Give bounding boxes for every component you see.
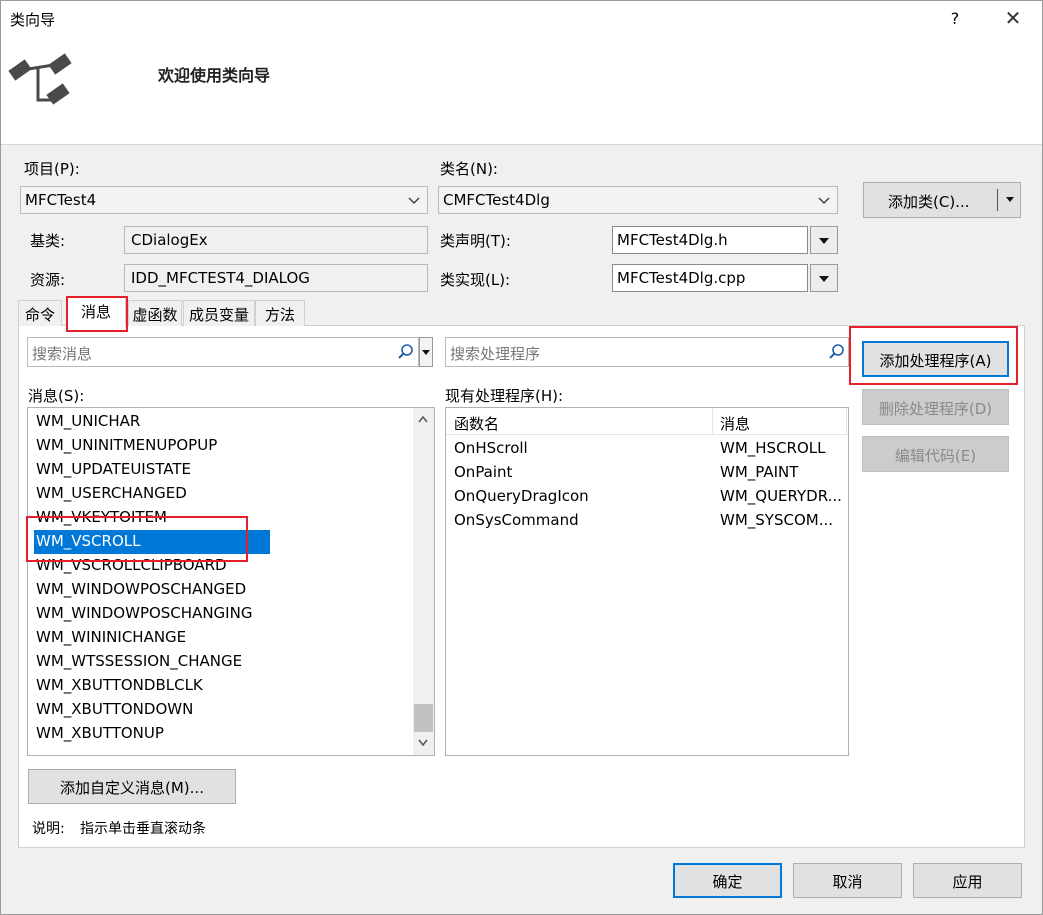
tab-highlight-box [66, 296, 128, 332]
caret-down-icon[interactable] [1006, 197, 1014, 202]
caret-down-icon [819, 238, 829, 244]
split-divider [997, 189, 998, 211]
base-class-label: 基类: [30, 232, 66, 250]
messages-scrollbar[interactable] [413, 408, 434, 755]
class-decl-dropdown-button[interactable] [810, 226, 838, 254]
handlers-list[interactable]: 函数名 消息 OnHScroll WM_HSCROLL OnPaint WM_P… [445, 407, 849, 756]
tab-commands[interactable]: 命令 [18, 300, 62, 326]
project-combo[interactable]: MFCTest4 [20, 186, 428, 214]
list-item[interactable]: WM_XBUTTONDOWN [34, 698, 193, 722]
list-item[interactable]: WM_WINDOWPOSCHANGED [34, 578, 246, 602]
scroll-down-icon[interactable] [417, 738, 429, 748]
class-wizard-icon [8, 53, 72, 105]
handler-search-input[interactable]: 搜索处理程序 [445, 337, 849, 367]
messages-label: 消息(S): [28, 387, 85, 405]
handlers-header-row [446, 408, 848, 435]
handler-func[interactable]: OnPaint [454, 463, 512, 481]
list-item[interactable]: WM_UNICHAR [34, 410, 140, 434]
column-header-message[interactable]: 消息 [720, 413, 750, 434]
add-custom-message-button[interactable]: 添加自定义消息(M)... [28, 769, 236, 804]
handlers-label: 现有处理程序(H): [445, 387, 564, 405]
handler-msg[interactable]: WM_PAINT [720, 463, 798, 481]
class-impl-dropdown-button[interactable] [810, 264, 838, 292]
handler-msg[interactable]: WM_SYSCOM... [720, 511, 833, 529]
tab-member-variables[interactable]: 成员变量 [183, 300, 255, 326]
messages-list[interactable]: WM_UNICHAR WM_UNINITMENUPOPUP WM_UPDATEU… [27, 407, 435, 756]
help-button[interactable]: ? [945, 9, 965, 28]
list-item[interactable]: WM_WTSSESSION_CHANGE [34, 650, 242, 674]
handler-msg[interactable]: WM_QUERYDR... [720, 487, 842, 505]
close-button[interactable]: ✕ [998, 6, 1028, 30]
search-icon[interactable] [828, 343, 846, 361]
class-decl-label: 类声明(T): [440, 232, 511, 250]
list-item[interactable]: WM_XBUTTONDBLCLK [34, 674, 203, 698]
column-header-function[interactable]: 函数名 [454, 413, 499, 434]
list-item[interactable]: WM_UNINITMENUPOPUP [34, 434, 217, 458]
base-class-field: CDialogEx [124, 226, 428, 254]
column-divider[interactable] [712, 408, 713, 434]
handler-msg[interactable]: WM_HSCROLL [720, 439, 826, 457]
handler-func[interactable]: OnSysCommand [454, 511, 579, 529]
description-label: 说明: [32, 821, 65, 837]
edit-code-button[interactable]: 编辑代码(E) [862, 436, 1009, 472]
handler-func[interactable]: OnHScroll [454, 439, 528, 457]
welcome-heading: 欢迎使用类向导 [158, 66, 271, 85]
class-decl-field[interactable]: MFCTest4Dlg.h [612, 226, 808, 254]
list-item[interactable]: WM_UPDATEUISTATE [34, 458, 191, 482]
base-class-value: CDialogEx [131, 231, 208, 249]
resource-value: IDD_MFCTEST4_DIALOG [131, 269, 310, 287]
project-value: MFCTest4 [25, 191, 97, 209]
column-divider [846, 408, 847, 434]
chevron-down-icon [408, 197, 420, 204]
class-decl-value: MFCTest4Dlg.h [617, 231, 728, 249]
resource-field: IDD_MFCTEST4_DIALOG [124, 264, 428, 292]
class-impl-field[interactable]: MFCTest4Dlg.cpp [612, 264, 808, 292]
classname-combo[interactable]: CMFCTest4Dlg [438, 186, 838, 214]
list-item[interactable]: WM_XBUTTONUP [34, 722, 164, 746]
apply-button[interactable]: 应用 [913, 863, 1022, 898]
handler-func[interactable]: OnQueryDragIcon [454, 487, 589, 505]
class-impl-value: MFCTest4Dlg.cpp [617, 269, 746, 287]
selection-highlight-box [26, 516, 248, 562]
caret-down-icon [819, 276, 829, 282]
caret-down-icon [422, 350, 430, 355]
class-impl-label: 类实现(L): [440, 271, 511, 289]
scroll-thumb[interactable] [414, 704, 433, 732]
resource-label: 资源: [30, 271, 66, 289]
chevron-down-icon [818, 197, 830, 204]
add-class-button[interactable]: 添加类(C)... [863, 182, 1021, 218]
header-banner [1, 37, 1042, 145]
classname-value: CMFCTest4Dlg [443, 191, 550, 209]
tab-virtual-functions[interactable]: 虚函数 [128, 300, 182, 326]
add-class-label: 添加类(C)... [888, 193, 970, 211]
search-icon[interactable] [397, 343, 415, 361]
list-item[interactable]: WM_USERCHANGED [34, 482, 187, 506]
delete-handler-button[interactable]: 删除处理程序(D) [862, 389, 1009, 425]
scroll-up-icon[interactable] [417, 414, 429, 424]
ok-button[interactable]: 确定 [673, 863, 782, 898]
project-label: 项目(P): [24, 160, 80, 178]
list-item[interactable]: WM_WINDOWPOSCHANGING [34, 602, 252, 626]
cancel-button[interactable]: 取消 [793, 863, 902, 898]
add-handler-highlight-box [849, 326, 1018, 385]
message-filter-dropdown[interactable] [419, 337, 433, 367]
classname-label: 类名(N): [440, 160, 498, 178]
tab-methods[interactable]: 方法 [255, 300, 305, 326]
handler-search-placeholder: 搜索处理程序 [450, 345, 541, 363]
window-title: 类向导 [10, 11, 56, 29]
message-search-input[interactable]: 搜索消息 [27, 337, 419, 367]
message-search-placeholder: 搜索消息 [32, 345, 93, 363]
title-bar [1, 1, 1042, 37]
list-item[interactable]: WM_WININICHANGE [34, 626, 186, 650]
description-text: 指示单击垂直滚动条 [80, 821, 206, 837]
